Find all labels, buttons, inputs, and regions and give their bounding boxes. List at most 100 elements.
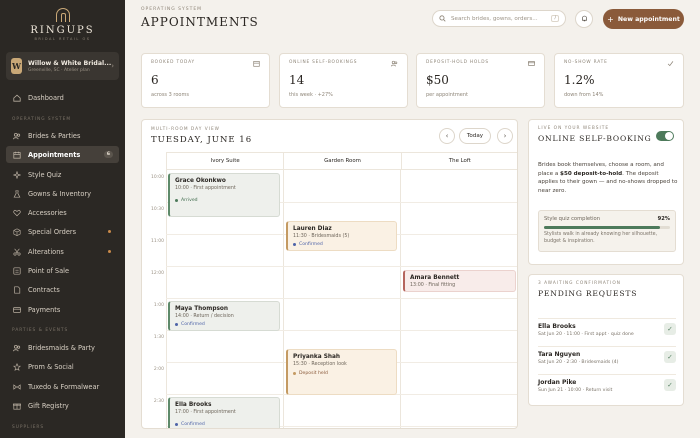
chevron-left-icon: ‹ [445, 132, 449, 140]
sidebar-item-label: Bridesmaids & Party [28, 343, 95, 352]
day-calendar: MULTI-ROOM DAY VIEW TUESDAY, JUNE 16 ‹ T… [141, 119, 518, 429]
sidebar-item-label: Contracts [28, 285, 60, 294]
chevron-right-icon: › [503, 132, 507, 140]
appointment-card[interactable]: Priyanka Shah 15:30 · Reception look Dep… [286, 349, 397, 395]
stat-sub: across 3 rooms [151, 92, 189, 98]
self-booking-toggle[interactable] [656, 131, 674, 141]
document-icon [13, 285, 21, 294]
stat-label: ONLINE SELF-BOOKINGS [289, 60, 358, 65]
appointment-time: 17:00 · First appointment [175, 410, 236, 415]
stat-value: 6 [151, 73, 159, 87]
appointment-status: Confirmed [175, 422, 274, 427]
request-name: Tara Nguyen [538, 351, 581, 358]
sidebar-item-alterations[interactable]: Alterations [6, 243, 119, 260]
confirm-check-icon[interactable]: ✓ [664, 379, 676, 391]
stat-sub: down from 14% [564, 92, 604, 98]
room-header-loft: The Loft [400, 153, 517, 169]
stat-deposit-holds: DEPOSIT-HOLD HOLDS $50 per appointment [416, 53, 545, 108]
sidebar-item-brides[interactable]: Brides & Parties [6, 127, 119, 144]
list-item[interactable]: Ella Brooks Sat Jun 20 · 11:00 · First a… [538, 318, 676, 340]
appointments-count-badge: 6 [103, 151, 113, 158]
calendar-icon [253, 60, 260, 67]
confirm-check-icon[interactable]: ✓ [664, 323, 676, 335]
scissors-icon [13, 248, 21, 256]
quiz-note: Stylists walk in already knowing her sil… [544, 232, 658, 244]
quiz-value: 92% [657, 216, 670, 222]
sidebar-item-label: Gift Registry [28, 401, 69, 410]
nav-section-ops: OPERATING SYSTEM [12, 117, 72, 122]
bowtie-icon [13, 383, 21, 391]
heart-icon [13, 209, 21, 217]
sidebar-item-accessories[interactable]: Accessories [6, 204, 119, 221]
sidebar-item-label: Style Quiz [28, 170, 62, 179]
new-appointment-button[interactable]: + New appointment [603, 9, 684, 29]
online-booking-card: LIVE ON YOUR WEBSITE ONLINE SELF-BOOKING… [528, 119, 684, 265]
prev-day-button[interactable]: ‹ [439, 128, 455, 144]
request-detail: Sat Jun 20 · 2:30 · Bridesmaids (4) [538, 360, 619, 365]
bell-icon [581, 15, 588, 24]
search-shortcut: / [551, 15, 559, 22]
sparkle-icon [13, 170, 21, 179]
nav-section-parties: PARTIES & EVENTS [12, 328, 69, 333]
sidebar-item-style-quiz[interactable]: Style Quiz [6, 166, 119, 183]
card-icon [13, 306, 21, 314]
brand-name: RINGUPS [30, 25, 95, 36]
appointment-name: Ella Brooks [175, 402, 212, 408]
appointment-time: 11:30 · Bridesmaids (5) [293, 234, 350, 239]
sidebar-item-registry[interactable]: Gift Registry [6, 397, 119, 414]
calendar-date: TUESDAY, JUNE 16 [151, 135, 253, 145]
time-label: 11:00 [151, 239, 164, 244]
sidebar-item-dashboard[interactable]: Dashboard [6, 89, 119, 106]
sidebar-item-payments[interactable]: Payments [6, 301, 119, 318]
calendar-grid: Grace Okonkwo 10:00 · First appointment … [166, 170, 517, 428]
sidebar-item-bridesmaids[interactable]: Bridesmaids & Party [6, 339, 119, 356]
appointment-time: 10:00 · First appointment [175, 186, 236, 191]
today-button[interactable]: Today [459, 128, 491, 144]
sidebar-item-label: Alterations [28, 247, 64, 256]
stat-sub: per appointment [426, 92, 468, 98]
request-detail: Sun Jun 21 · 10:00 · Return visit [538, 388, 613, 393]
list-item[interactable]: Jordan Pike Sun Jun 21 · 10:00 · Return … [538, 374, 676, 396]
pending-requests-card: 3 AWAITING CONFIRMATION PENDING REQUESTS… [528, 274, 684, 406]
sidebar-item-special-orders[interactable]: Special Orders [6, 223, 119, 240]
store-avatar: W [11, 58, 22, 74]
sidebar-item-prom[interactable]: Prom & Social [6, 358, 119, 375]
requests-title: PENDING REQUESTS [538, 289, 638, 298]
store-switcher[interactable]: W Willow & White Bridal... Greenville, S… [6, 52, 119, 80]
sidebar-item-appointments[interactable]: Appointments 6 [6, 146, 119, 163]
appointment-name: Grace Okonkwo [175, 178, 226, 184]
sidebar-item-label: Accessories [28, 208, 67, 217]
sidebar-item-tuxedo[interactable]: Tuxedo & Formalwear [6, 378, 119, 395]
request-name: Jordan Pike [538, 379, 577, 386]
appointment-card[interactable]: Maya Thompson 14:00 · Return / decision … [168, 301, 280, 331]
search-box[interactable]: Search brides, gowns, orders... / [432, 10, 566, 27]
appointment-status: Deposit held [293, 371, 391, 376]
card-icon [528, 60, 535, 67]
appointment-card[interactable]: Amara Bennett 13:00 · Final fitting [403, 270, 516, 292]
sidebar-item-label: Brides & Parties [28, 131, 81, 140]
next-day-button[interactable]: › [497, 128, 513, 144]
users-icon [13, 132, 21, 140]
requests-kicker: 3 AWAITING CONFIRMATION [538, 281, 621, 286]
appointment-card[interactable]: Ella Brooks 17:00 · First appointment Co… [168, 397, 280, 428]
sidebar-item-pos[interactable]: Point of Sale [6, 262, 119, 279]
notification-dot [108, 230, 111, 233]
search-input[interactable]: Search brides, gowns, orders... [451, 16, 551, 22]
appointment-status: Confirmed [293, 242, 391, 247]
time-label: 1:30 [153, 335, 164, 340]
booking-kicker: LIVE ON YOUR WEBSITE [538, 126, 610, 131]
appointment-card[interactable]: Lauren Diaz 11:30 · Bridesmaids (5) Conf… [286, 221, 397, 251]
notifications-button[interactable] [575, 10, 593, 28]
stat-label: DEPOSIT-HOLD HOLDS [426, 60, 489, 65]
appointment-status: Arrived [175, 198, 274, 203]
calendar-kicker: MULTI-ROOM DAY VIEW [151, 127, 220, 132]
sidebar-item-contracts[interactable]: Contracts [6, 281, 119, 298]
register-icon [13, 266, 21, 275]
time-label: 2:30 [153, 399, 164, 404]
confirm-check-icon[interactable]: ✓ [664, 351, 676, 363]
nav-section-suppliers: SUPPLIERS [12, 425, 45, 430]
sidebar-item-gowns[interactable]: Gowns & Inventory [6, 185, 119, 202]
appointment-card[interactable]: Grace Okonkwo 10:00 · First appointment … [168, 173, 280, 217]
search-icon [439, 15, 446, 22]
list-item[interactable]: Tara Nguyen Sat Jun 20 · 2:30 · Bridesma… [538, 346, 676, 368]
